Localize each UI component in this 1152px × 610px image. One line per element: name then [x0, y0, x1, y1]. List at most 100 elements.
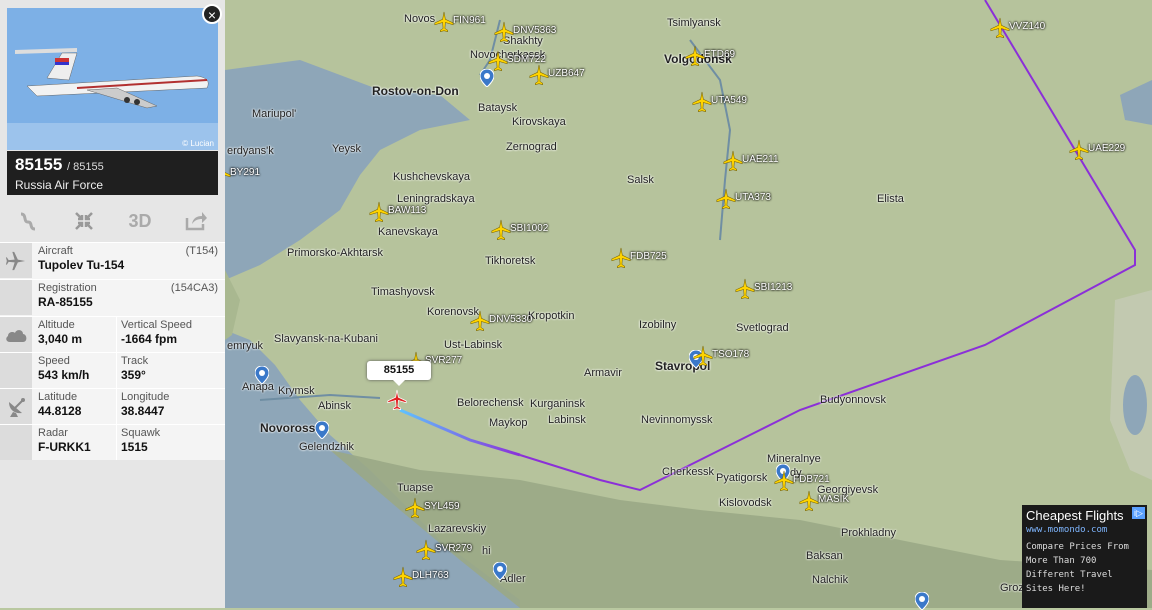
plane-icon — [434, 11, 454, 32]
city-label: Cherkessk — [662, 466, 714, 478]
ad-url[interactable]: www.momondo.com — [1026, 525, 1107, 535]
aircraft-marker[interactable]: SYL459 — [404, 497, 460, 519]
plane-icon — [0, 243, 32, 278]
latitude-label: Latitude — [38, 391, 78, 403]
share-icon — [185, 212, 207, 231]
aircraft-callsign: SYL459 — [424, 501, 460, 512]
aircraft-marker[interactable]: FDB721 — [773, 470, 830, 492]
operator-name: Russia Air Force — [15, 178, 104, 192]
detail-row-position: Latitude 44.8128 Longitude 38.8447 — [0, 388, 225, 424]
speed-cell: Speed 543 km/h — [38, 355, 89, 382]
detail-row-radar: Radar F-URKK1 Squawk 1515 — [0, 424, 225, 460]
aircraft-marker[interactable]: BAW113 — [368, 201, 426, 223]
city-label: Bataysk — [478, 102, 518, 114]
aircraft-marker[interactable]: UAE211 — [722, 150, 779, 172]
city-label: Slavyansk-na-Kubani — [274, 333, 378, 345]
squawk-value: 1515 — [121, 440, 148, 454]
city-label: Nalchik — [812, 574, 849, 586]
latitude-value: 44.8128 — [38, 404, 82, 418]
advertisement[interactable]: Cheapest Flights i▷ www.momondo.com Comp… — [1022, 505, 1147, 608]
aircraft-marker[interactable]: VVZ140 — [989, 17, 1045, 39]
aircraft-marker[interactable]: FIN961 — [433, 11, 486, 33]
share-button[interactable] — [168, 200, 224, 242]
city-label: Novos — [404, 13, 436, 25]
aircraft-marker[interactable]: SBI1002 — [490, 219, 548, 241]
aircraft-callsign: ETD69 — [704, 49, 736, 60]
route-button[interactable] — [0, 200, 56, 242]
aircraft-marker[interactable]: SBI1213 — [734, 278, 792, 300]
flight-header: 85155 / 85155 Russia Air Force — [7, 151, 218, 195]
city-label: Armavir — [584, 367, 622, 379]
plane-icon — [799, 490, 819, 511]
aircraft-marker[interactable]: TSO178 — [692, 345, 749, 367]
aircraft-marker[interactable]: SVR279 — [415, 539, 472, 561]
registration-cell: Registration RA-85155 (154CA3) — [38, 282, 220, 309]
city-label: Prokhladny — [841, 527, 897, 539]
plane-icon — [692, 91, 712, 112]
aircraft-marker[interactable]: DLH763 — [392, 566, 449, 588]
aircraft-marker[interactable]: UZB647 — [528, 64, 585, 86]
aircraft-callsign: UAE229 — [1088, 143, 1126, 154]
longitude-cell: Longitude 38.8447 — [121, 391, 169, 418]
radar-value: F-URKK1 — [38, 440, 91, 454]
aircraft-photo[interactable]: © Lucian — [7, 8, 218, 150]
city-label: Kirovskaya — [512, 116, 566, 128]
plane-icon — [470, 310, 490, 331]
aircraft-marker[interactable]: FDB725 — [610, 247, 667, 269]
radar-dish-icon — [0, 389, 32, 424]
registration-code: (154CA3) — [170, 282, 218, 294]
airport-pin-icon[interactable] — [255, 366, 269, 384]
city-label: Svetlograd — [736, 322, 789, 334]
aircraft-marker[interactable]: MASIK — [798, 490, 849, 512]
city-label: Maykop — [489, 417, 528, 429]
city-label: Leningradskaya — [397, 193, 475, 205]
detail-row-speed: Speed 543 km/h Track 359° — [0, 352, 225, 388]
center-aircraft-button[interactable] — [56, 200, 112, 242]
aircraft-marker[interactable]: UAE229 — [1068, 139, 1125, 161]
city-label: Rostov-on-Don — [372, 84, 459, 98]
aircraft-callsign: SBI1002 — [510, 223, 549, 234]
airport-pin-icon[interactable] — [493, 562, 507, 580]
city-label: Tuapse — [397, 482, 434, 494]
plane-icon — [529, 64, 549, 85]
selected-aircraft-tag[interactable]: 85155 — [367, 361, 431, 386]
airport-pin-icon[interactable] — [915, 592, 929, 610]
airport-pin-icon[interactable] — [315, 421, 329, 439]
altitude-label: Altitude — [38, 319, 75, 331]
selected-aircraft-marker[interactable] — [386, 389, 408, 411]
vertical-speed-value: -1664 fpm — [121, 332, 178, 346]
aircraft-marker[interactable]: UTA373 — [715, 188, 771, 210]
aircraft-marker[interactable]: DNV5363 — [493, 21, 556, 43]
city-label: Krymsk — [278, 385, 315, 397]
plane-icon — [723, 150, 743, 171]
squawk-label: Squawk — [121, 427, 161, 439]
plane-icon — [1069, 139, 1089, 160]
aircraft-callsign: MASIK — [818, 494, 850, 505]
ad-title: Cheapest Flights — [1026, 508, 1124, 523]
aircraft-callsign: DNV5363 — [513, 25, 557, 36]
plane-icon — [685, 45, 705, 66]
aircraft-marker[interactable]: UTA549 — [691, 91, 747, 113]
city-label: Zernograd — [506, 141, 557, 153]
divider — [116, 353, 117, 388]
altitude-value: 3,040 m — [38, 332, 83, 346]
panel-toolbar: 3D — [0, 200, 225, 242]
aircraft-marker[interactable]: ETD69 — [684, 45, 735, 67]
city-label: Kurganinsk — [530, 398, 586, 410]
city-label: Izobilny — [639, 319, 677, 331]
city-label: Pyatigorsk — [716, 472, 768, 484]
plane-icon — [494, 21, 514, 42]
aircraft-callsign: UAE211 — [742, 154, 779, 165]
plane-icon — [369, 201, 389, 222]
aircraft-callsign: SVR279 — [435, 543, 473, 554]
view-3d-button[interactable]: 3D — [112, 200, 168, 242]
city-label: Tsimlyansk — [667, 17, 721, 29]
aircraft-marker[interactable]: DNV5330 — [469, 310, 532, 332]
city-label: Timashyovsk — [371, 286, 435, 298]
adchoices-icon[interactable]: i▷ — [1132, 507, 1145, 519]
aircraft-marker[interactable]: SDM722 — [487, 50, 546, 72]
plane-icon — [735, 278, 755, 299]
flight-info-panel: © Lucian × 85155 / 85155 Russia Air Forc… — [0, 0, 225, 608]
detail-row-altitude: Altitude 3,040 m Vertical Speed -1664 fp… — [0, 316, 225, 352]
close-panel-button[interactable]: × — [202, 4, 222, 24]
